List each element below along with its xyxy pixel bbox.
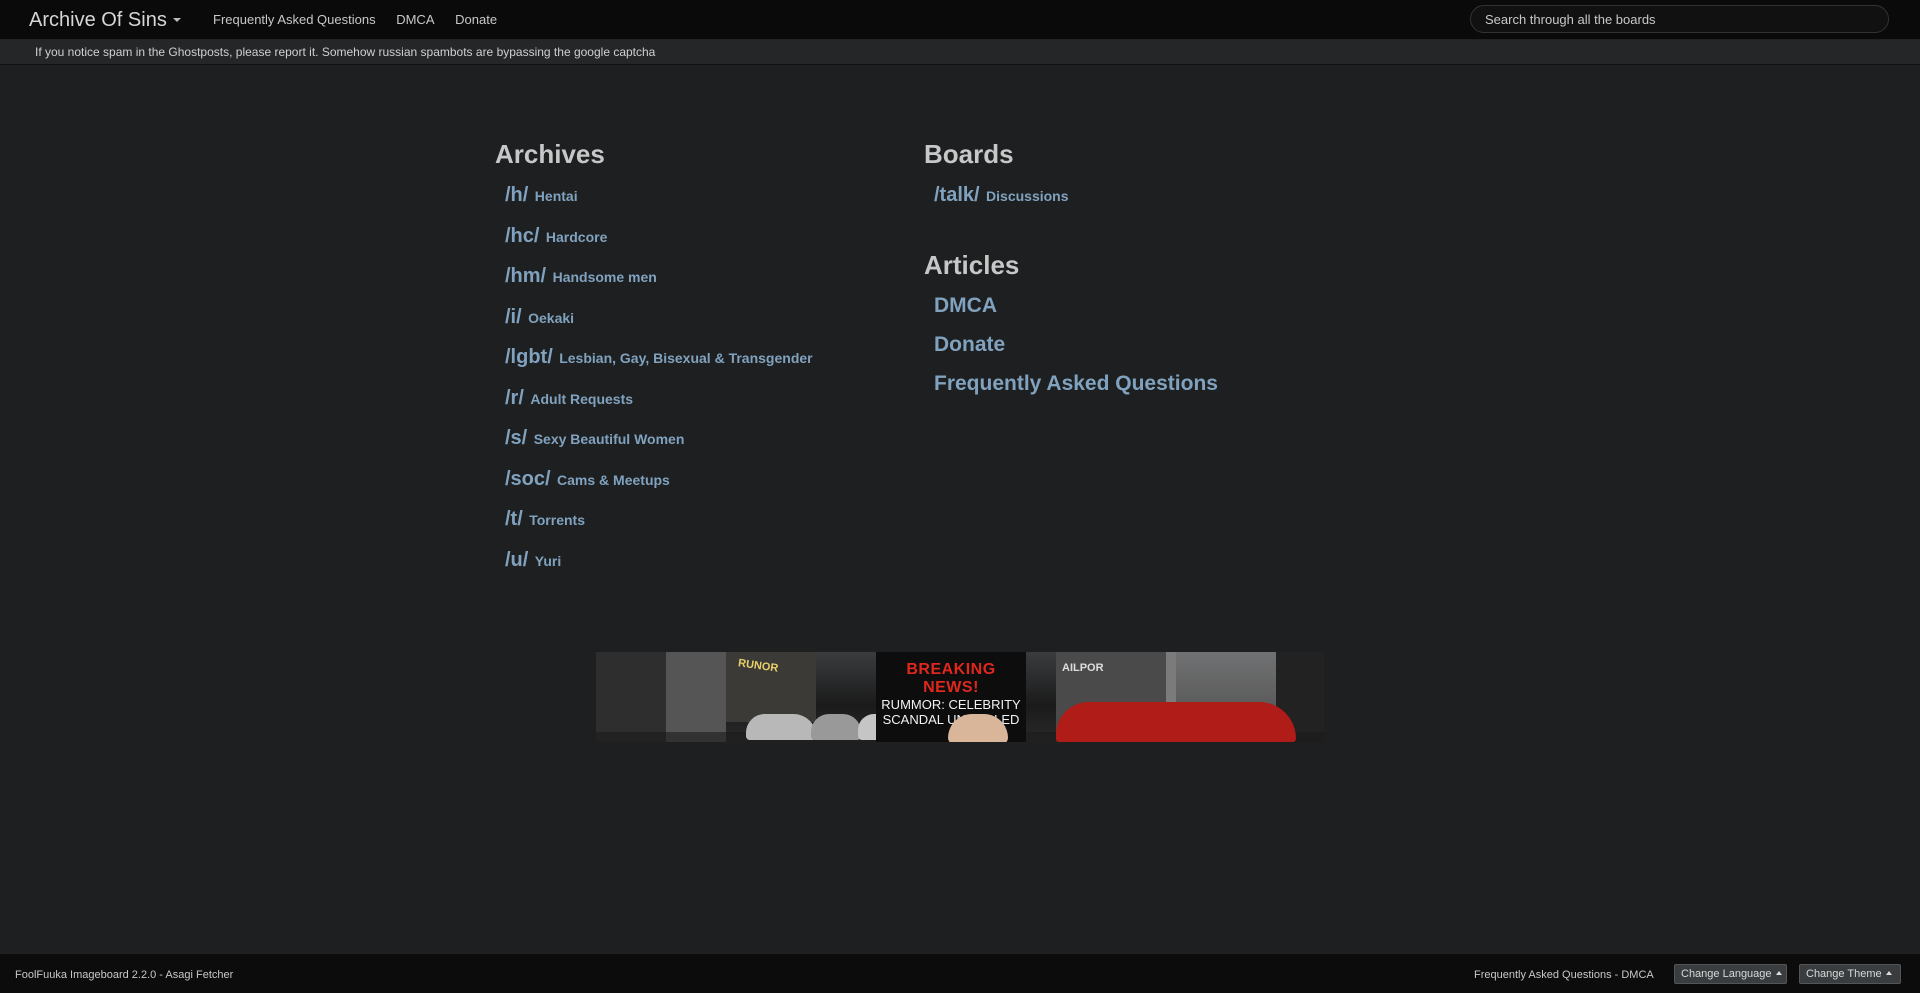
board-code[interactable]: /hm/: [505, 265, 546, 287]
banner-building: [596, 652, 676, 742]
board-item-h[interactable]: /h/ Hentai: [505, 180, 915, 221]
footer-links: Frequently Asked Questions - DMCA: [1474, 969, 1654, 981]
top-navbar: Archive Of Sins Frequently Asked Questio…: [0, 0, 1920, 40]
board-name[interactable]: Discussions: [986, 188, 1068, 204]
archives-list: /h/ Hentai /hc/ Hardcore /hm/ Handsome m…: [495, 180, 915, 585]
article-link-donate[interactable]: Donate: [934, 333, 1005, 356]
banner-car: [746, 714, 816, 740]
board-code[interactable]: /lgbt/: [505, 346, 553, 368]
change-language-button[interactable]: Change Language: [1674, 964, 1787, 984]
board-name[interactable]: Yuri: [535, 553, 561, 569]
chevron-down-icon: [172, 17, 181, 22]
board-name[interactable]: Oekaki: [528, 310, 574, 326]
search-input[interactable]: [1470, 5, 1889, 33]
board-code[interactable]: /soc/: [505, 468, 551, 490]
board-name[interactable]: Hardcore: [546, 229, 607, 245]
board-item-talk[interactable]: /talk/ Discussions: [934, 180, 1344, 221]
board-code[interactable]: /r/: [505, 387, 524, 409]
board-name[interactable]: Lesbian, Gay, Bisexual & Transgender: [559, 350, 812, 366]
board-name[interactable]: Torrents: [529, 512, 585, 528]
board-item-hc[interactable]: /hc/ Hardcore: [505, 221, 915, 262]
article-item-donate: Donate: [934, 330, 1344, 369]
board-item-r[interactable]: /r/ Adult Requests: [505, 383, 915, 424]
banner-line-1: RUMMOR: CELEBRITY: [881, 697, 1021, 712]
change-language-label: Change Language: [1681, 968, 1772, 980]
board-name[interactable]: Cams & Meetups: [557, 472, 670, 488]
board-item-hm[interactable]: /hm/ Handsome men: [505, 261, 915, 302]
board-name[interactable]: Sexy Beautiful Women: [534, 431, 685, 447]
archives-section: Archives /h/ Hentai /hc/ Hardcore /hm/ H…: [495, 136, 915, 585]
site-brand-dropdown[interactable]: Archive Of Sins: [29, 9, 181, 32]
board-item-i[interactable]: /i/ Oekaki: [505, 302, 915, 343]
nav-link-donate[interactable]: Donate: [455, 12, 497, 27]
board-code[interactable]: /s/: [505, 427, 527, 449]
board-item-s[interactable]: /s/ Sexy Beautiful Women: [505, 423, 915, 464]
board-code[interactable]: /t/: [505, 508, 523, 530]
board-item-t[interactable]: /t/ Torrents: [505, 504, 915, 545]
board-code[interactable]: /h/: [505, 184, 528, 206]
banner-ad[interactable]: RUNOR AILPOR BREAKING NEWS! RUMMOR: CELE…: [596, 652, 1324, 742]
notice-banner: If you notice spam in the Ghostposts, pl…: [0, 40, 1920, 65]
banner-building: [666, 652, 726, 742]
nav-link-dmca[interactable]: DMCA: [396, 12, 434, 27]
footer-version: FoolFuuka Imageboard 2.2.0 - Asagi Fetch…: [15, 969, 234, 981]
article-link-faq[interactable]: Frequently Asked Questions: [934, 372, 1218, 395]
caret-up-icon: [1775, 971, 1782, 976]
board-item-soc[interactable]: /soc/ Cams & Meetups: [505, 464, 915, 505]
banner-car: [811, 714, 861, 740]
change-theme-button[interactable]: Change Theme: [1799, 964, 1901, 984]
banner-red-car: [1056, 702, 1296, 742]
board-name[interactable]: Adult Requests: [530, 391, 633, 407]
board-name[interactable]: Hentai: [535, 188, 578, 204]
board-code[interactable]: /i/: [505, 306, 522, 328]
footer-link-dmca[interactable]: DMCA: [1621, 969, 1653, 981]
nav-link-faq[interactable]: Frequently Asked Questions: [213, 12, 376, 27]
boards-section: Boards /talk/ Discussions Articles DMCA …: [924, 136, 1344, 408]
archives-heading: Archives: [495, 139, 605, 169]
article-item-faq: Frequently Asked Questions: [934, 369, 1344, 408]
footer-link-faq[interactable]: Frequently Asked Questions: [1474, 969, 1612, 981]
footer: FoolFuuka Imageboard 2.2.0 - Asagi Fetch…: [0, 953, 1920, 993]
articles-heading: Articles: [924, 249, 1020, 280]
boards-list: /talk/ Discussions: [924, 180, 1344, 221]
article-item-dmca: DMCA: [934, 291, 1344, 330]
board-code[interactable]: /hc/: [505, 225, 539, 247]
banner-sign-right: AILPOR: [1062, 662, 1104, 674]
board-item-lgbt[interactable]: /lgbt/ Lesbian, Gay, Bisexual & Transgen…: [505, 342, 915, 383]
banner-headline: BREAKING NEWS!: [906, 661, 996, 696]
caret-up-icon: [1885, 971, 1892, 976]
article-link-dmca[interactable]: DMCA: [934, 294, 997, 317]
change-theme-label: Change Theme: [1806, 968, 1882, 980]
board-code[interactable]: /talk/: [934, 184, 980, 206]
nav-links: Frequently Asked Questions DMCA Donate: [213, 12, 514, 27]
site-brand-label: Archive Of Sins: [29, 9, 167, 31]
articles-section: Articles DMCA Donate Frequently Asked Qu…: [924, 247, 1344, 408]
footer-separator: -: [1611, 969, 1622, 981]
board-item-u[interactable]: /u/ Yuri: [505, 545, 915, 586]
articles-list: DMCA Donate Frequently Asked Questions: [924, 291, 1344, 408]
board-code[interactable]: /u/: [505, 549, 528, 571]
boards-heading: Boards: [924, 139, 1014, 169]
board-name[interactable]: Handsome men: [553, 269, 657, 285]
